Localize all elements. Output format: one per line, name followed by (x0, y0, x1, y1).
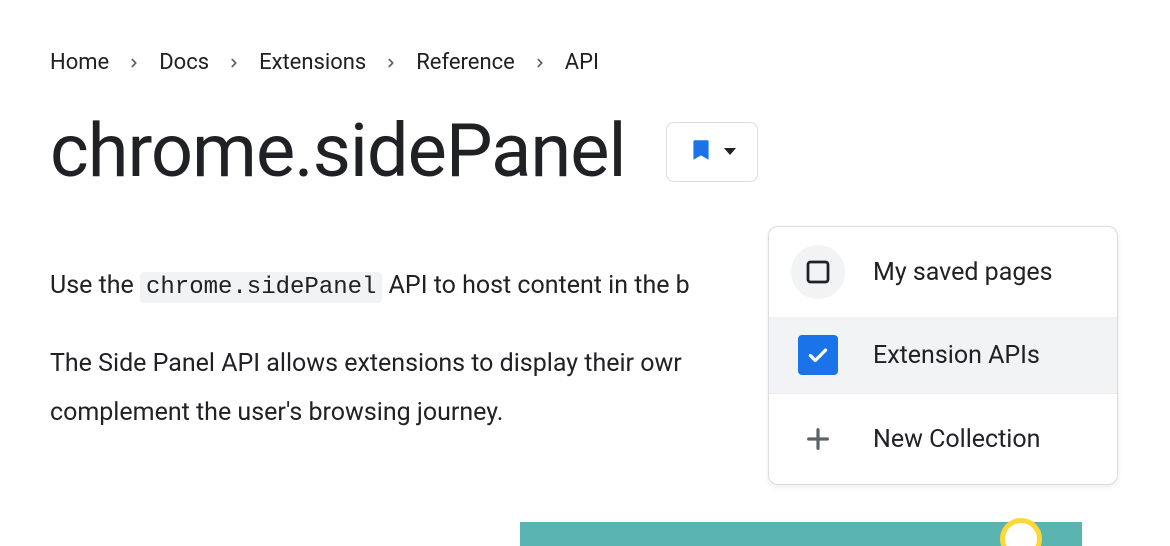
text-fragment: API to host content in the b (382, 271, 689, 300)
code-inline: chrome.sidePanel (140, 272, 382, 303)
breadcrumb-docs[interactable]: Docs (159, 50, 209, 75)
text-fragment: complement the user's browsing journey. (50, 398, 503, 427)
collection-item-label: Extension APIs (873, 341, 1040, 370)
text-fragment: Use the (50, 271, 140, 300)
collection-item-label: My saved pages (873, 258, 1053, 287)
checkbox-unchecked-icon (791, 245, 845, 299)
breadcrumb-reference[interactable]: Reference (416, 50, 515, 75)
breadcrumb: Home Docs Extensions Reference API (50, 50, 1170, 75)
bookmark-icon (688, 137, 714, 166)
bookmark-dropdown-button[interactable] (666, 122, 758, 182)
chevron-right-icon (127, 56, 141, 70)
breadcrumb-extensions[interactable]: Extensions (259, 50, 366, 75)
new-collection-label: New Collection (873, 425, 1040, 454)
collection-item-extension-apis[interactable]: Extension APIs (769, 317, 1117, 393)
collection-item-my-saved-pages[interactable]: My saved pages (769, 227, 1117, 317)
breadcrumb-api[interactable]: API (565, 50, 599, 75)
text-fragment: The Side Panel API allows extensions to … (50, 349, 682, 378)
caret-down-icon (724, 148, 736, 155)
chevron-right-icon (227, 56, 241, 70)
chevron-right-icon (384, 56, 398, 70)
page-title: chrome.sidePanel (50, 111, 626, 192)
bookmark-dropdown-menu: My saved pages Extension APIs New Collec… (768, 226, 1118, 485)
new-collection-button[interactable]: New Collection (769, 394, 1117, 484)
decorative-banner (520, 522, 1082, 546)
chevron-right-icon (533, 56, 547, 70)
plus-icon (791, 412, 845, 466)
checkbox-checked-icon (798, 335, 838, 375)
breadcrumb-home[interactable]: Home (50, 50, 109, 75)
